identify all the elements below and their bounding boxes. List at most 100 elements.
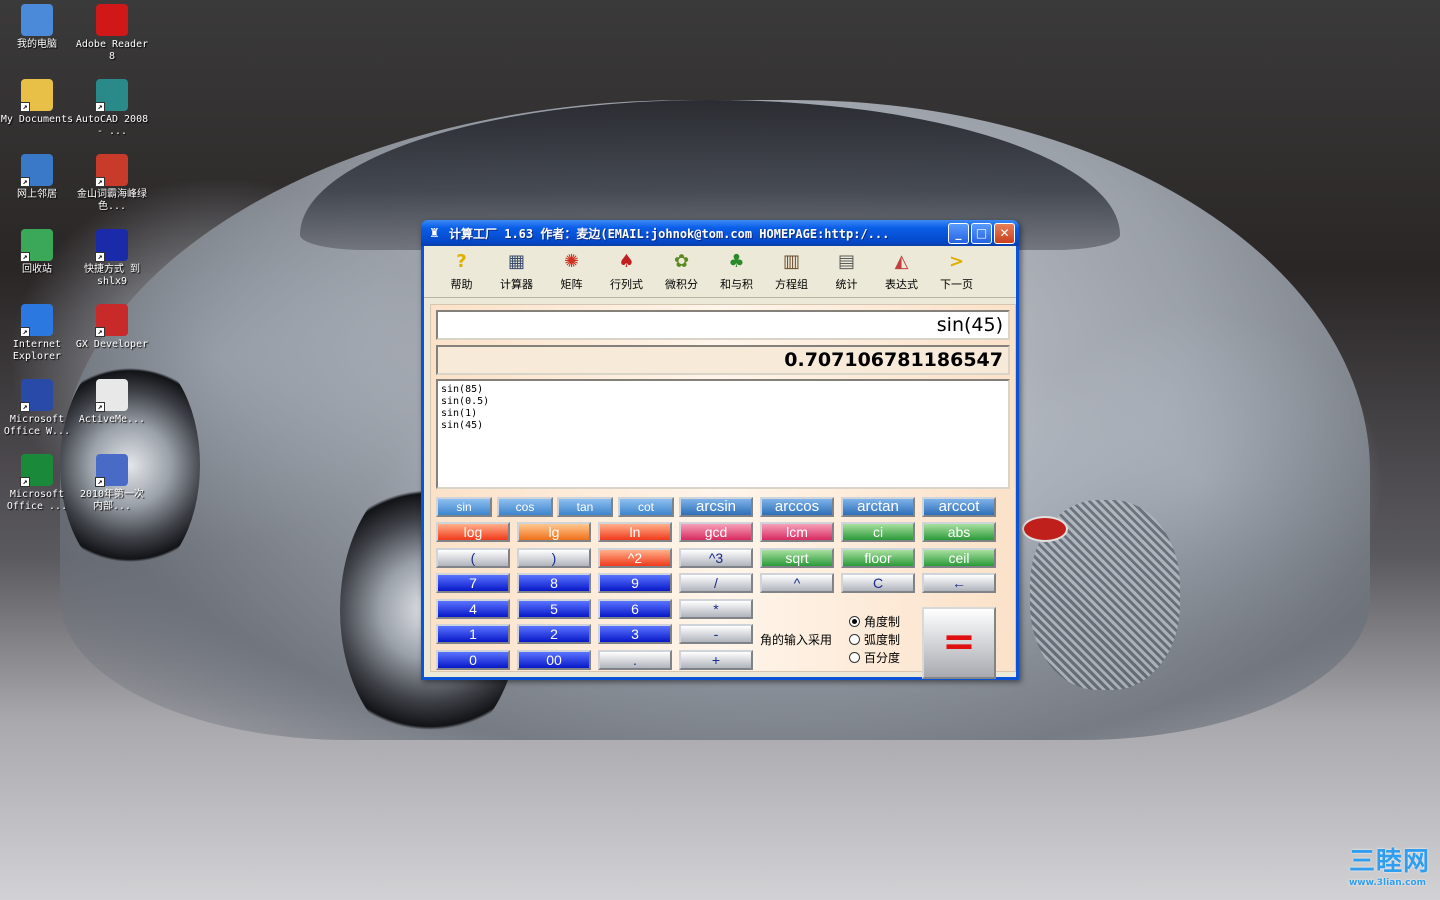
toolbar-button-sum-product[interactable]: ♣ 和与积 [709, 246, 764, 297]
desktop-icon[interactable]: ↗ 金山词霸海峰绿色... [75, 154, 149, 213]
key-log[interactable]: log [436, 522, 510, 542]
shortcut-arrow-icon: ↗ [20, 327, 30, 337]
desktop-icon[interactable]: ↗ Microsoft Office W... [0, 379, 74, 438]
key-cos[interactable]: cos [497, 497, 553, 517]
desktop-icon[interactable]: ↗ My Documents [0, 79, 74, 126]
key-5[interactable]: 5 [517, 599, 591, 619]
radio-button[interactable] [849, 652, 860, 663]
toolbar-label: 和与积 [720, 278, 753, 291]
key-gcd[interactable]: gcd [679, 522, 753, 542]
key-arccos[interactable]: arccos [760, 497, 834, 517]
radio-button[interactable] [849, 634, 860, 645]
key-sin[interactable]: sin [436, 497, 492, 517]
key-/[interactable]: / [679, 573, 753, 593]
angle-option[interactable]: 弧度制 [849, 631, 900, 648]
shortcut-arrow-icon: ↗ [95, 477, 105, 487]
key-←[interactable]: ← [922, 573, 996, 593]
toolbar-button-determinant[interactable]: ♠ 行列式 [599, 246, 654, 297]
key-lcm[interactable]: lcm [760, 522, 834, 542]
dictionary-icon: ↗ [95, 154, 128, 187]
key-arctan[interactable]: arctan [841, 497, 915, 517]
document-icon: ↗ [95, 454, 128, 487]
angle-option[interactable]: 角度制 [849, 613, 900, 630]
history-list[interactable]: sin(85) sin(0.5) sin(1) sin(45) [436, 379, 1010, 489]
radio-label: 百分度 [864, 651, 901, 665]
close-button[interactable]: ✕ [994, 222, 1015, 244]
desktop-icon[interactable]: ↗ Internet Explorer [0, 304, 74, 363]
key-cot[interactable]: cot [618, 497, 674, 517]
history-item[interactable]: sin(0.5) [441, 396, 1005, 408]
minimize-button[interactable]: _ [948, 222, 969, 244]
toolbar-button-statistics[interactable]: ▤ 统计 [819, 246, 874, 297]
maximize-button[interactable]: □ [971, 222, 992, 244]
key-.[interactable]: . [598, 650, 672, 670]
desktop-icon[interactable]: ↗ 网上邻居 [0, 154, 74, 201]
toolbar-button-matrix[interactable]: ✺ 矩阵 [544, 246, 599, 297]
toolbar-label: 方程组 [775, 278, 808, 291]
key-9[interactable]: 9 [598, 573, 672, 593]
key-4[interactable]: 4 [436, 599, 510, 619]
shortcut-arrow-icon: ↗ [95, 327, 105, 337]
key-^2[interactable]: ^2 [598, 548, 672, 568]
key-lg[interactable]: lg [517, 522, 591, 542]
key-00[interactable]: 00 [517, 650, 591, 670]
key-)[interactable]: ) [517, 548, 591, 568]
angle-option[interactable]: 百分度 [849, 649, 900, 666]
key-3[interactable]: 3 [598, 624, 672, 644]
toolbar-button-help[interactable]: ? 帮助 [434, 246, 489, 297]
key-0[interactable]: 0 [436, 650, 510, 670]
key-^3[interactable]: ^3 [679, 548, 753, 568]
desktop-icon[interactable]: ↗ GX Developer [75, 304, 149, 351]
key-^[interactable]: ^ [760, 573, 834, 593]
history-item[interactable]: sin(85) [441, 384, 1005, 396]
key-+[interactable]: + [679, 650, 753, 670]
desktop-icon[interactable]: ↗ Microsoft Office ... [0, 454, 74, 513]
key-8[interactable]: 8 [517, 573, 591, 593]
toolbar-button-calculus[interactable]: ✿ 微积分 [654, 246, 709, 297]
equals-button[interactable]: = [922, 607, 996, 679]
result-display: 0.707106781186547 [436, 345, 1010, 375]
radio-button[interactable] [849, 616, 860, 627]
desktop-icon[interactable]: ↗ AutoCAD 2008 - ... [75, 79, 149, 138]
shortcut-arrow-icon: ↗ [95, 177, 105, 187]
ie-icon: ↗ [20, 304, 53, 337]
expression-icon: ◭ [894, 250, 909, 272]
key-*[interactable]: * [679, 599, 753, 619]
key-arcsin[interactable]: arcsin [679, 497, 753, 517]
desktop-icon[interactable]: ↗ 回收站 [0, 229, 74, 276]
history-item[interactable]: sin(45) [441, 420, 1005, 432]
key-floor[interactable]: floor [841, 548, 915, 568]
toolbar-label: 帮助 [450, 278, 473, 291]
window-title: 计算工厂 1.63 作者：麦边(EMAIL:johnok@tom.com HOM… [449, 226, 890, 241]
toolbar-button-expression[interactable]: ◭ 表达式 [874, 246, 929, 297]
desktop-icon[interactable]: ↗ 2010年第一次内部... [75, 454, 149, 513]
key-arccot[interactable]: arccot [922, 497, 996, 517]
desktop-icon-label: GX Developer [75, 339, 149, 350]
radio-label: 弧度制 [864, 633, 901, 647]
key-1[interactable]: 1 [436, 624, 510, 644]
desktop-icon-label: My Documents [0, 114, 74, 125]
key-C[interactable]: C [841, 573, 915, 593]
key-([interactable]: ( [436, 548, 510, 568]
desktop-icon[interactable]: 我的电脑 [0, 4, 74, 51]
desktop-icon[interactable]: ↗ 快捷方式 到 shlx9 [75, 229, 149, 288]
title-bar[interactable]: ♜ 计算工厂 1.63 作者：麦边(EMAIL:johnok@tom.com H… [421, 220, 1019, 246]
desktop-icon[interactable]: Adobe Reader 8 [75, 4, 149, 63]
key-ln[interactable]: ln [598, 522, 672, 542]
toolbar-label: 微积分 [665, 278, 698, 291]
key-abs[interactable]: abs [922, 522, 996, 542]
key-7[interactable]: 7 [436, 573, 510, 593]
key-tan[interactable]: tan [557, 497, 613, 517]
key-6[interactable]: 6 [598, 599, 672, 619]
key-ci[interactable]: ci [841, 522, 915, 542]
desktop-icon[interactable]: ↗ ActiveMe... [75, 379, 149, 426]
key-sqrt[interactable]: sqrt [760, 548, 834, 568]
toolbar-button-calculator[interactable]: ▦ 计算器 [489, 246, 544, 297]
toolbar-button-next-page[interactable]: > 下一页 [929, 246, 984, 297]
key-ceil[interactable]: ceil [922, 548, 996, 568]
expression-input[interactable]: sin(45) [436, 310, 1010, 340]
key--[interactable]: - [679, 624, 753, 644]
history-item[interactable]: sin(1) [441, 408, 1005, 420]
toolbar-button-equations[interactable]: ▥ 方程组 [764, 246, 819, 297]
key-2[interactable]: 2 [517, 624, 591, 644]
